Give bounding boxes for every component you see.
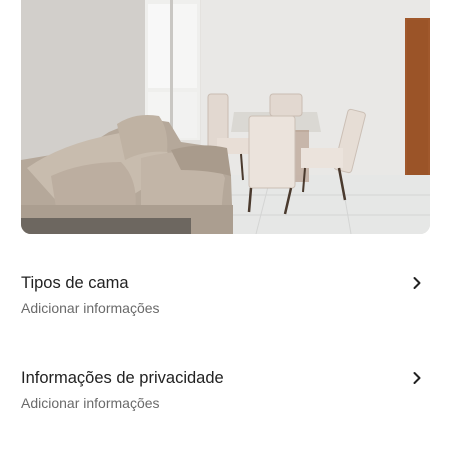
row-privacy-info[interactable]: Informações de privacidade Adicionar inf… <box>0 369 450 431</box>
listing-photo[interactable] <box>21 0 430 234</box>
row-privacy-info-title: Informações de privacidade <box>21 369 224 387</box>
row-privacy-info-subtitle: Adicionar informações <box>21 395 160 411</box>
room-photo-illustration <box>21 0 430 234</box>
row-bed-types-title: Tipos de cama <box>21 274 129 292</box>
row-bed-types-subtitle: Adicionar informações <box>21 300 160 316</box>
chevron-right-icon[interactable] <box>410 371 424 385</box>
chevron-right-icon[interactable] <box>410 276 424 290</box>
row-bed-types[interactable]: Tipos de cama Adicionar informações <box>0 274 450 336</box>
